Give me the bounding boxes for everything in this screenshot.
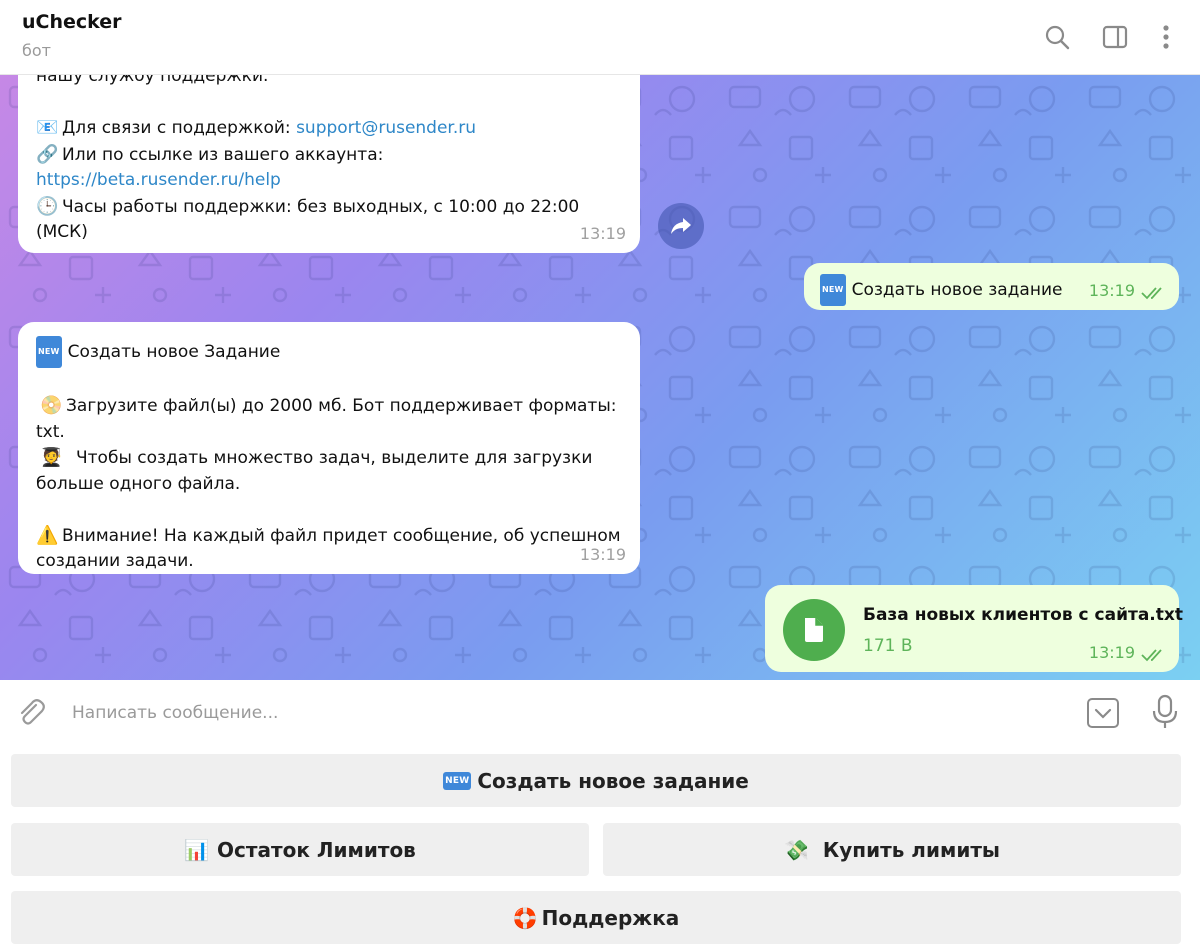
forward-arrow-icon xyxy=(671,218,691,234)
message-composer xyxy=(0,680,1200,746)
message-title-line: NEW Создать новое Задание xyxy=(36,336,626,368)
file-name[interactable]: База новых клиентов с сайта.txt xyxy=(863,603,1183,629)
money-wings-icon: 💸 xyxy=(783,837,809,862)
forward-button[interactable] xyxy=(658,203,704,249)
message-time: 13:19 xyxy=(579,544,626,564)
message-time: 13:19 xyxy=(1088,280,1135,300)
message-line-link: 🔗 Или по ссылке из вашего аккаунта: xyxy=(36,142,626,169)
support-email-link[interactable]: support@rusender.ru xyxy=(296,118,476,138)
more-vertical-icon[interactable] xyxy=(1151,22,1181,52)
message-time: 13:19 xyxy=(579,223,626,243)
chat-messages-area[interactable]: нашу службу поддержки. 📧 Для связи с подд… xyxy=(0,75,1200,680)
buy-limits-button[interactable]: 💸 Купить лимиты xyxy=(603,823,1181,876)
message-text: нашу службу поддержки. xyxy=(36,75,269,86)
bot-keyboard-toggle-button[interactable] xyxy=(1086,696,1120,734)
warning-icon: ⚠️ xyxy=(36,524,59,546)
message-line-contact: 📧 Для связи с поддержкой: support@rusende… xyxy=(36,115,626,142)
student-icon: 🧑‍🎓 xyxy=(40,447,63,468)
message-input[interactable] xyxy=(60,696,1060,730)
new-badge-icon: NEW xyxy=(36,336,62,368)
chat-title: uChecker xyxy=(22,11,122,33)
sidebar-toggle-icon[interactable] xyxy=(1100,22,1130,52)
read-check-icon xyxy=(1141,287,1162,300)
help-url-link[interactable]: https://beta.rusender.ru/help xyxy=(36,168,626,194)
message-bubble-file[interactable]: База новых клиентов с сайта.txt 171 B 13… xyxy=(765,585,1183,672)
message-bubble-support[interactable]: нашу службу поддержки. 📧 Для связи с подд… xyxy=(18,75,640,253)
new-badge-icon: NEW xyxy=(443,771,472,790)
file-size: 171 B xyxy=(863,636,913,656)
chat-header[interactable]: uChecker бот xyxy=(0,0,1200,75)
read-check-icon xyxy=(1141,649,1162,662)
paperclip-icon xyxy=(20,699,45,725)
bot-keyboard: NEW Создать новое задание 📊 Остаток Лимито… xyxy=(0,746,1200,951)
message-text: Создать новое задание xyxy=(851,280,1063,300)
support-button[interactable]: 🛟 Поддержка xyxy=(11,891,1181,944)
new-badge-icon: NEW xyxy=(820,274,846,306)
disc-icon: 📀 xyxy=(40,395,63,416)
mail-icon: 📧 xyxy=(36,117,59,138)
keyboard-chevron-icon xyxy=(1087,698,1119,728)
bar-chart-icon: 📊 xyxy=(184,837,210,862)
message-line-upload: 📀 Загрузите файл(ы) до 2000 мб. Бот подде… xyxy=(36,395,617,442)
clock-icon: 🕒 xyxy=(36,195,59,217)
create-task-button[interactable]: NEW Создать новое задание xyxy=(11,754,1181,807)
message-line-multi: 🧑‍🎓 Чтобы создать множество задач, выдели… xyxy=(36,447,593,494)
chat-subtitle: бот xyxy=(22,41,51,60)
message-bubble-task-instructions[interactable]: NEW Создать новое Задание 📀 Загрузите файл… xyxy=(18,322,640,574)
limits-left-button[interactable]: 📊 Остаток Лимитов xyxy=(11,823,589,876)
attach-button[interactable] xyxy=(14,696,48,734)
file-download-button[interactable] xyxy=(783,599,845,661)
message-bubble-outgoing-create[interactable]: NEW Создать новое задание 13:19 xyxy=(804,263,1179,310)
message-time: 13:19 xyxy=(1088,642,1135,662)
file-icon xyxy=(805,618,823,642)
microphone-icon xyxy=(1152,694,1178,728)
lifebuoy-icon: 🛟 xyxy=(512,905,538,930)
search-icon[interactable] xyxy=(1042,22,1072,52)
voice-message-button[interactable] xyxy=(1150,694,1180,734)
message-line-warning: ⚠️ Внимание! На каждый файл придет сообще… xyxy=(36,524,621,572)
message-line-hours: 🕒 Часы работы поддержки: без выходных, с … xyxy=(36,195,580,243)
link-icon: 🔗 xyxy=(36,143,59,165)
